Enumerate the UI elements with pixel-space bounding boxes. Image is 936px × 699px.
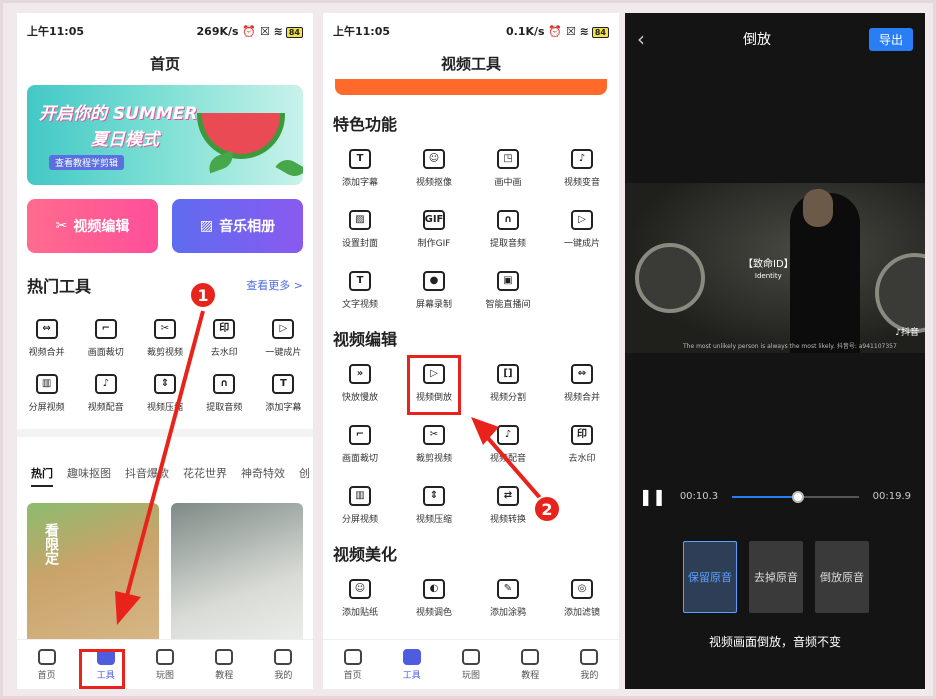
editor-title: 倒放 (742, 32, 771, 48)
audio-option-button[interactable]: 保留原音 (683, 541, 737, 613)
washer-drum (635, 243, 705, 313)
douyin-watermark: ♪抖音 (895, 328, 919, 338)
progress-slider[interactable] (732, 490, 859, 503)
audio-option-button[interactable]: 倒放原音 (815, 541, 869, 613)
audio-option-button[interactable]: 去掉原音 (749, 541, 803, 613)
step-badge: 2 (533, 495, 561, 523)
slider-knob[interactable] (791, 490, 804, 503)
export-button[interactable]: 导出 (868, 27, 913, 51)
video-title-text: 【致命ID】 (743, 259, 794, 270)
step-badge: 1 (189, 281, 217, 309)
video-subtitle: The most unlikely person is always the m… (683, 341, 897, 350)
mode-description: 视频画面倒放，音频不变 (708, 635, 841, 649)
current-time: 00:10.3 (679, 491, 719, 502)
tools-screen: 上午11:05 0.1K/s ⏰ ☒ ≋ 84 视频工具 特色功能 T 添加字幕 ☺ 视频… (323, 13, 619, 689)
pause-icon[interactable]: ❚❚ (639, 487, 666, 506)
douyin-text: 抖音 (900, 328, 919, 338)
video-preview[interactable]: 【致命ID】 Identity ♪抖音 The most unlikely per… (625, 183, 925, 353)
annotation-arrow-1 (115, 310, 205, 625)
progress-fill (732, 495, 798, 498)
back-icon[interactable]: ‹ (637, 27, 645, 51)
total-time: 00:19.9 (872, 491, 911, 502)
editor-header: ‹ 倒放 导出 (625, 13, 925, 65)
reverse-editor: ‹ 倒放 导出 【致命ID】 Identity ♪抖音 The most unli… (625, 13, 925, 689)
annotation-arrow-2 (471, 417, 543, 501)
playback-controls: ❚❚ 00:10.3 00:19.9 (625, 487, 925, 506)
washer-drum (875, 253, 925, 333)
video-sub-text: Identity (754, 272, 782, 280)
subtitle-text: The most unlikely person is always the m… (683, 343, 835, 350)
video-overlay-label: 【致命ID】 Identity (743, 259, 794, 281)
composite-frame: 上午11:05 269K/s ⏰ ☒ ≋ 84 首页 开启你的 SUMMER 夏日… (0, 0, 936, 699)
douyin-id: 抖音号: a941107357 (836, 343, 897, 350)
home-screen: 上午11:05 269K/s ⏰ ☒ ≋ 84 首页 开启你的 SUMMER 夏日… (17, 13, 313, 689)
person-head (803, 189, 833, 227)
audio-options: 保留原音 去掉原音 倒放原音 (683, 541, 869, 613)
